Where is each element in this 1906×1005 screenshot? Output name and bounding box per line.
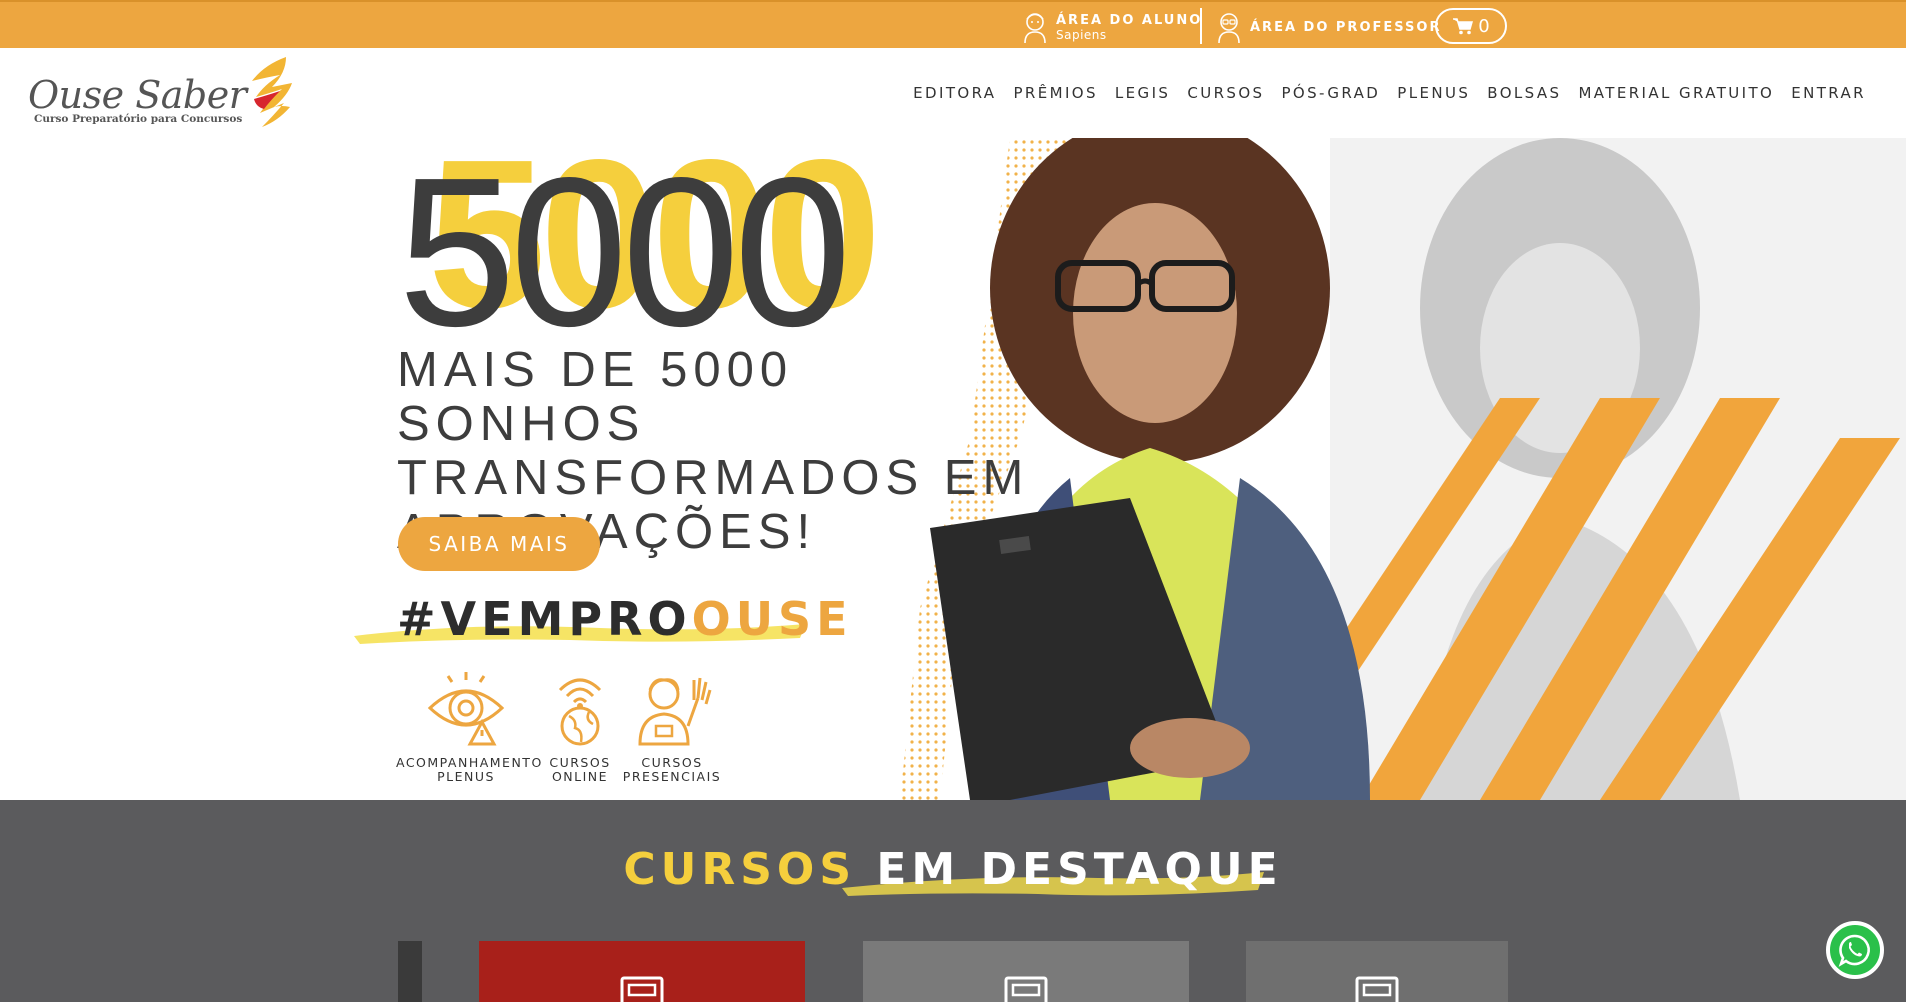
headline-line-2: TRANSFORMADOS EM [397,451,1030,505]
area-do-aluno-label: ÁREA DO ALUNO [1056,12,1203,28]
feature-2-line-1: CURSOS [549,755,611,770]
feature-acompanhamento-plenus[interactable]: ACOMPANHAMENTO PLENUS [396,670,543,784]
cart-icon [1453,18,1474,35]
globe-wifi-icon [558,678,602,746]
headline-line-1: MAIS DE 5000 SONHOS [397,343,794,451]
area-do-professor-link[interactable]: ÁREA DO PROFESSOR [1216,10,1441,44]
nav-entrar[interactable]: ENTRAR [1791,84,1866,102]
cart-count: 0 [1478,15,1490,37]
course-card-3[interactable] [1246,941,1508,1005]
area-do-professor-label: ÁREA DO PROFESSOR [1250,19,1442,35]
hero-photo [900,138,1906,800]
big-number: 5000 [398,138,852,370]
divider [1200,8,1202,44]
main-nav: EDITORA PRÊMIOS LEGIS CURSOS PÓS-GRAD PL… [913,84,1866,102]
course-icon [1004,976,1048,1005]
nav-legis[interactable]: LEGIS [1115,84,1170,102]
feature-cursos-online[interactable]: CURSOS ONLINE [540,670,620,784]
teacher-icon [1218,13,1240,44]
hashtag-accent: OUSE [691,592,853,646]
brand-tagline: Curso Preparatório para Concursos [34,113,243,125]
nav-premios[interactable]: PRÊMIOS [1013,84,1097,102]
nav-cursos[interactable]: CURSOS [1187,84,1264,102]
hashtag: #VEMPROOUSE [397,592,853,646]
student-icon [1024,13,1046,44]
feature-3-line-2: PRESENCIAIS [622,769,722,784]
featured-title: CURSOS EM DESTAQUE [0,844,1906,895]
featured-title-a: CURSOS [623,844,857,895]
nav-editora[interactable]: EDITORA [913,84,996,102]
area-do-aluno-link[interactable]: ÁREA DO ALUNO Sapiens [1022,10,1202,44]
logo[interactable]: Ouse Saber Curso Preparatório para Concu… [28,55,298,135]
eye-alert-icon [427,672,505,746]
hashtag-main: #VEMPRO [397,592,692,646]
hero-banner[interactable]: 5000 5000 MAIS DE 5000 SONHOS TRANSFORMA… [0,138,1906,800]
feature-3-line-1: CURSOS [641,755,703,770]
course-card-partial[interactable] [398,941,422,1002]
nav-plenus[interactable]: PLENUS [1397,84,1470,102]
course-card-2[interactable] [863,941,1189,1005]
feature-1-line-1: ACOMPANHAMENTO [396,755,543,770]
course-card-1[interactable] [479,941,805,1005]
course-icon [1355,976,1399,1005]
feature-label-1: ACOMPANHAMENTO PLENUS [396,755,543,784]
nav-material-gratuito[interactable]: MATERIAL GRATUITO [1578,84,1774,102]
feature-1-line-2: PLENUS [437,769,495,784]
nav-pos-grad[interactable]: PÓS-GRAD [1281,84,1380,102]
feature-label-2: CURSOS ONLINE [540,756,620,784]
feature-2-line-2: ONLINE [551,769,609,784]
course-icon [620,976,664,1005]
flame-logo-icon [252,57,292,127]
saiba-mais-button[interactable]: SAIBA MAIS [398,517,600,571]
feature-cursos-presenciais[interactable]: CURSOS PRESENCIAIS [620,670,724,784]
cart-button[interactable]: 0 [1435,8,1507,44]
brand-name: Ouse Saber [28,73,247,117]
nav-bolsas[interactable]: BOLSAS [1487,84,1561,102]
whatsapp-button[interactable] [1826,921,1884,979]
waving-person-icon [638,677,712,746]
top-bar: ÁREA DO ALUNO Sapiens ÁREA DO PROFESSOR … [0,0,1906,48]
area-do-aluno-sub: Sapiens [1056,27,1107,42]
whatsapp-icon [1838,934,1870,967]
featured-title-b: EM DESTAQUE [876,844,1283,895]
feature-label-3: CURSOS PRESENCIAIS [620,756,724,784]
